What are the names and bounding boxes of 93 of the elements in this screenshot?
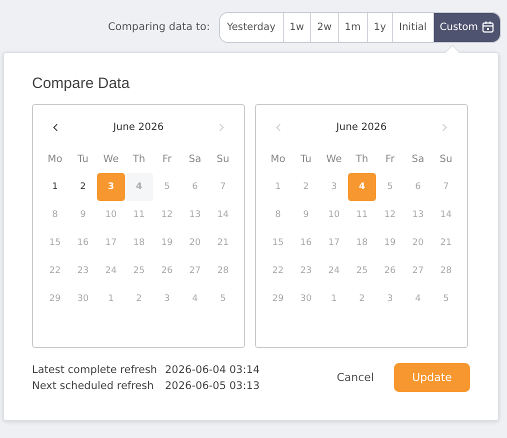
- weekday-label: Th: [132, 152, 146, 166]
- calendar-day: 23: [292, 257, 320, 285]
- calendar-day: 21: [432, 229, 460, 257]
- refresh-time: 2026-06-04 03:14: [165, 364, 260, 376]
- calendar-day: 1: [97, 285, 125, 313]
- calendar-day: 15: [264, 229, 292, 257]
- calendar-day: 20: [404, 229, 432, 257]
- calendar-day[interactable]: 2: [69, 173, 97, 201]
- calendar-day: 2: [292, 173, 320, 201]
- dialog-title: Compare Data: [32, 75, 131, 92]
- calendar-day: 5: [153, 173, 181, 201]
- calendar-day: 12: [376, 201, 404, 229]
- refresh-time: 2026-06-05 03:13: [165, 380, 260, 392]
- calendar-day: 18: [125, 229, 153, 257]
- calendar-day: 5: [209, 285, 237, 313]
- weekday-label: Th: [354, 152, 370, 166]
- weekday-label: Tu: [300, 152, 312, 166]
- calendar-day: 3: [153, 285, 181, 313]
- calendar-day: 4: [125, 173, 153, 201]
- weekday-label: Sa: [410, 152, 426, 166]
- calendar-day: 27: [181, 257, 209, 285]
- period-tab[interactable]: Custom: [432, 12, 500, 42]
- calendar-day: 8: [264, 201, 292, 229]
- calendar-day: 14: [432, 201, 460, 229]
- calendar-day: 5: [376, 173, 404, 201]
- calendar-day: 20: [181, 229, 209, 257]
- calendar-day: 4: [181, 285, 209, 313]
- compare-label: Comparing data to:: [108, 21, 210, 33]
- calendar-day: 17: [97, 229, 125, 257]
- chevron-left-icon[interactable]: [53, 122, 58, 132]
- calendar-day: 3: [376, 285, 404, 313]
- calendar-day: 27: [404, 257, 432, 285]
- calendar-day: 23: [69, 257, 97, 285]
- calendar-day: 10: [97, 201, 125, 229]
- calendar-day: 22: [264, 257, 292, 285]
- weekday-label: Fr: [384, 152, 396, 166]
- refresh-label: Latest complete refresh: [32, 364, 158, 376]
- calendar-day: 1: [264, 173, 292, 201]
- calendar-day: 11: [125, 201, 153, 229]
- calendar-day: 25: [348, 257, 376, 285]
- refresh-label: Next scheduled refresh: [32, 380, 155, 392]
- calendar-day: 7: [209, 173, 237, 201]
- calendar-day: 6: [404, 173, 432, 201]
- calendar-day: 8: [41, 201, 69, 229]
- calendar-day: 17: [320, 229, 348, 257]
- calendar-day: 18: [348, 229, 376, 257]
- calendar-day: 24: [97, 257, 125, 285]
- calendar-day: 29: [264, 285, 292, 313]
- month-label: June 2026: [113, 122, 164, 132]
- calendar-day: 13: [181, 201, 209, 229]
- calendar-day: 21: [209, 229, 237, 257]
- calendar-day: 28: [209, 257, 237, 285]
- calendar-day: 25: [125, 257, 153, 285]
- weekday-label: Tu: [76, 152, 90, 166]
- calendar-day: 5: [432, 285, 460, 313]
- calendar-day: 29: [41, 285, 69, 313]
- month-label: June 2026: [336, 122, 387, 132]
- calendar-day: 26: [376, 257, 404, 285]
- calendar-day: 14: [209, 201, 237, 229]
- weekday-label: Su: [438, 152, 454, 166]
- calendar-day: 3: [320, 173, 348, 201]
- calendar-day: 2: [125, 285, 153, 313]
- calendar-day: 13: [404, 201, 432, 229]
- calendar-day: 11: [348, 201, 376, 229]
- calendar-day: 12: [153, 201, 181, 229]
- weekday-label: We: [325, 152, 343, 166]
- cancel-button[interactable]: Cancel: [330, 370, 380, 385]
- calendar-day: 15: [41, 229, 69, 257]
- calendar-day: 30: [69, 285, 97, 313]
- calendar-day: 30: [292, 285, 320, 313]
- calendar-day[interactable]: 1: [41, 173, 69, 201]
- weekday-label: Su: [216, 152, 230, 166]
- calendar-day: 28: [432, 257, 460, 285]
- calendar-day: 1: [320, 285, 348, 313]
- calendar-day: 22: [41, 257, 69, 285]
- calendar-day: 26: [153, 257, 181, 285]
- calendar-day: 9: [69, 201, 97, 229]
- calendar-day: 6: [181, 173, 209, 201]
- weekday-label: We: [102, 152, 120, 166]
- calendar-day: 4: [404, 285, 432, 313]
- calendar-day: 16: [292, 229, 320, 257]
- calendar-day: 9: [292, 201, 320, 229]
- calendar-day: 2: [348, 285, 376, 313]
- calendar-day: 7: [432, 173, 460, 201]
- weekday-label: Fr: [161, 152, 173, 166]
- calendar-day: 10: [320, 201, 348, 229]
- weekday-label: Mo: [46, 152, 64, 166]
- calendar-day: 16: [69, 229, 97, 257]
- weekday-label: Sa: [188, 152, 202, 166]
- weekday-label: Mo: [270, 152, 286, 166]
- calendar-day: 24: [320, 257, 348, 285]
- calendar-day: 19: [376, 229, 404, 257]
- calendar-day: 19: [153, 229, 181, 257]
